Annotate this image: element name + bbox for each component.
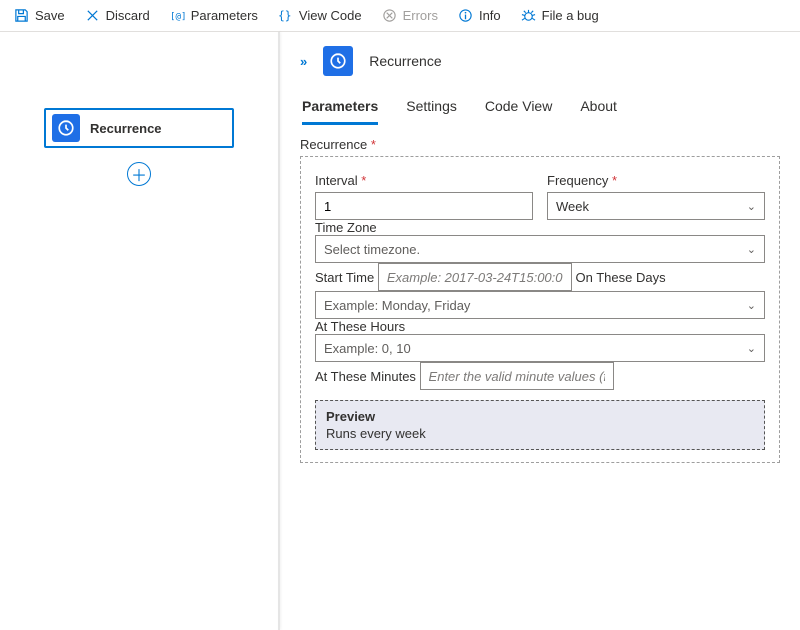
svg-text:{}: {}: [278, 9, 292, 22]
days-select[interactable]: Example: Monday, Friday ⌄: [315, 291, 765, 319]
save-button[interactable]: Save: [6, 5, 73, 26]
recurrence-node[interactable]: Recurrence: [44, 108, 234, 148]
canvas-pane: Recurrence ＋: [0, 32, 278, 630]
recurrence-fieldset: Interval Frequency Week ⌄ Time Zone Sele…: [300, 156, 780, 463]
details-pane: » Recurrence Parameters Settings Code Vi…: [280, 32, 800, 630]
panel-title: Recurrence: [369, 53, 441, 69]
timezone-label: Time Zone: [315, 220, 377, 235]
starttime-input[interactable]: [378, 263, 572, 291]
command-bar: Save Discard [@] Parameters {} View Code…: [0, 0, 800, 32]
plus-icon: ＋: [131, 162, 147, 186]
fileabug-label: File a bug: [542, 8, 599, 23]
braces-icon: {}: [278, 8, 293, 23]
errors-button: Errors: [374, 5, 446, 26]
viewcode-label: View Code: [299, 8, 362, 23]
chevron-down-icon: ⌄: [747, 243, 756, 256]
collapse-panel-button[interactable]: »: [300, 54, 307, 69]
clock-icon: [57, 119, 75, 137]
save-icon: [14, 8, 29, 23]
tab-parameters[interactable]: Parameters: [302, 90, 378, 125]
interval-input[interactable]: [315, 192, 533, 220]
errors-label: Errors: [403, 8, 438, 23]
panel-header: » Recurrence: [300, 42, 780, 84]
viewcode-button[interactable]: {} View Code: [270, 5, 370, 26]
error-icon: [382, 8, 397, 23]
chevron-down-icon: ⌄: [747, 342, 756, 355]
clock-icon: [329, 52, 347, 70]
parameters-button[interactable]: [@] Parameters: [162, 5, 266, 26]
discard-label: Discard: [106, 8, 150, 23]
parameters-icon: [@]: [170, 8, 185, 23]
info-icon: [458, 8, 473, 23]
frequency-label: Frequency: [547, 173, 765, 188]
save-label: Save: [35, 8, 65, 23]
starttime-label: Start Time: [315, 270, 374, 285]
recurrence-section-label: Recurrence: [300, 137, 780, 152]
preview-text: Runs every week: [326, 426, 754, 441]
fileabug-button[interactable]: File a bug: [513, 5, 607, 26]
parameters-label: Parameters: [191, 8, 258, 23]
tab-codeview[interactable]: Code View: [485, 90, 552, 125]
interval-label: Interval: [315, 173, 533, 188]
preview-title: Preview: [326, 409, 754, 424]
hours-value: Example: 0, 10: [324, 341, 411, 356]
chevron-down-icon: ⌄: [747, 299, 756, 312]
bug-icon: [521, 8, 536, 23]
preview-box: Preview Runs every week: [315, 400, 765, 450]
frequency-value: Week: [556, 199, 589, 214]
recurrence-node-label: Recurrence: [90, 121, 162, 136]
timezone-select[interactable]: Select timezone. ⌄: [315, 235, 765, 263]
info-label: Info: [479, 8, 501, 23]
tab-settings[interactable]: Settings: [406, 90, 457, 125]
tab-about[interactable]: About: [580, 90, 617, 125]
info-button[interactable]: Info: [450, 5, 509, 26]
close-icon: [85, 8, 100, 23]
hours-select[interactable]: Example: 0, 10 ⌄: [315, 334, 765, 362]
timezone-value: Select timezone.: [324, 242, 420, 257]
recurrence-node-icon: [52, 114, 80, 142]
main-area: Recurrence ＋ » Recurrence Parameters Set…: [0, 32, 800, 630]
minutes-label: At These Minutes: [315, 369, 416, 384]
days-label: On These Days: [576, 270, 666, 285]
hours-label: At These Hours: [315, 319, 405, 334]
days-value: Example: Monday, Friday: [324, 298, 470, 313]
panel-icon: [323, 46, 353, 76]
add-step-button[interactable]: ＋: [127, 162, 151, 186]
svg-text:[@]: [@]: [170, 11, 185, 22]
chevron-down-icon: ⌄: [747, 200, 756, 213]
discard-button[interactable]: Discard: [77, 5, 158, 26]
minutes-input[interactable]: [420, 362, 614, 390]
panel-tabs: Parameters Settings Code View About: [300, 90, 780, 125]
frequency-select[interactable]: Week ⌄: [547, 192, 765, 220]
